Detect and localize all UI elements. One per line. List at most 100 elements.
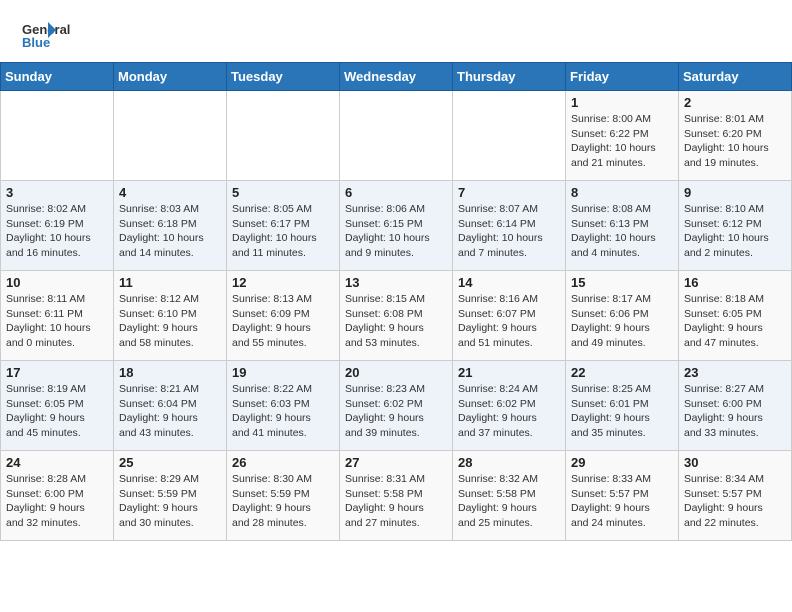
logo-icon: General Blue <box>20 18 90 54</box>
day-info: Sunrise: 8:12 AMSunset: 6:10 PMDaylight:… <box>119 292 221 351</box>
calendar-cell: 10 Sunrise: 8:11 AMSunset: 6:11 PMDayligh… <box>1 271 114 361</box>
day-number: 28 <box>458 455 560 470</box>
day-number: 22 <box>571 365 673 380</box>
calendar-cell: 2Sunrise: 8:01 AMSunset: 6:20 PMDaylight… <box>679 91 792 181</box>
day-info: Sunrise: 8:02 AMSunset: 6:19 PMDaylight:… <box>6 202 108 261</box>
weekday-header-saturday: Saturday <box>679 63 792 91</box>
day-number: 21 <box>458 365 560 380</box>
day-number: 16 <box>684 275 786 290</box>
day-info: Sunrise: 8:34 AMSunset: 5:57 PMDaylight:… <box>684 472 786 531</box>
calendar-cell: 25 Sunrise: 8:29 AMSunset: 5:59 PMDayligh… <box>114 451 227 541</box>
day-number: 20 <box>345 365 447 380</box>
day-number: 8 <box>571 185 673 200</box>
day-number: 13 <box>345 275 447 290</box>
calendar-cell: 6 Sunrise: 8:06 AMSunset: 6:15 PMDaylight… <box>340 181 453 271</box>
day-info: Sunrise: 8:31 AMSunset: 5:58 PMDaylight:… <box>345 472 447 531</box>
calendar-cell: 5 Sunrise: 8:05 AMSunset: 6:17 PMDaylight… <box>227 181 340 271</box>
day-number: 23 <box>684 365 786 380</box>
day-number: 18 <box>119 365 221 380</box>
weekday-header-wednesday: Wednesday <box>340 63 453 91</box>
calendar-cell: 23 Sunrise: 8:27 AMSunset: 6:00 PMDayligh… <box>679 361 792 451</box>
calendar-cell: 22 Sunrise: 8:25 AMSunset: 6:01 PMDayligh… <box>566 361 679 451</box>
day-number: 30 <box>684 455 786 470</box>
calendar-cell: 18 Sunrise: 8:21 AMSunset: 6:04 PMDayligh… <box>114 361 227 451</box>
day-info: Sunrise: 8:16 AMSunset: 6:07 PMDaylight:… <box>458 292 560 351</box>
day-number: 14 <box>458 275 560 290</box>
calendar-cell: 15Sunrise: 8:17 AMSunset: 6:06 PMDayligh… <box>566 271 679 361</box>
weekday-header-monday: Monday <box>114 63 227 91</box>
day-number: 26 <box>232 455 334 470</box>
svg-text:Blue: Blue <box>22 35 50 50</box>
day-number: 11 <box>119 275 221 290</box>
day-info: Sunrise: 8:08 AMSunset: 6:13 PMDaylight:… <box>571 202 673 261</box>
calendar-cell: 24 Sunrise: 8:28 AMSunset: 6:00 PMDayligh… <box>1 451 114 541</box>
day-info: Sunrise: 8:05 AMSunset: 6:17 PMDaylight:… <box>232 202 334 261</box>
day-info: Sunrise: 8:32 AMSunset: 5:58 PMDaylight:… <box>458 472 560 531</box>
calendar-cell: 9Sunrise: 8:10 AMSunset: 6:12 PMDaylight… <box>679 181 792 271</box>
day-info: Sunrise: 8:22 AMSunset: 6:03 PMDaylight:… <box>232 382 334 441</box>
page-header: General Blue <box>0 0 792 62</box>
day-info: Sunrise: 8:06 AMSunset: 6:15 PMDaylight:… <box>345 202 447 261</box>
calendar-cell: 1 Sunrise: 8:00 AMSunset: 6:22 PMDaylight… <box>566 91 679 181</box>
day-info: Sunrise: 8:24 AMSunset: 6:02 PMDaylight:… <box>458 382 560 441</box>
calendar-cell: 4 Sunrise: 8:03 AMSunset: 6:18 PMDaylight… <box>114 181 227 271</box>
weekday-header-thursday: Thursday <box>453 63 566 91</box>
day-info: Sunrise: 8:15 AMSunset: 6:08 PMDaylight:… <box>345 292 447 351</box>
day-info: Sunrise: 8:33 AMSunset: 5:57 PMDaylight:… <box>571 472 673 531</box>
calendar-cell: 30 Sunrise: 8:34 AMSunset: 5:57 PMDayligh… <box>679 451 792 541</box>
weekday-header-row: SundayMondayTuesdayWednesdayThursdayFrid… <box>1 63 792 91</box>
calendar-cell <box>340 91 453 181</box>
calendar-cell: 14 Sunrise: 8:16 AMSunset: 6:07 PMDayligh… <box>453 271 566 361</box>
weekday-header-sunday: Sunday <box>1 63 114 91</box>
calendar-cell <box>1 91 114 181</box>
day-number: 2 <box>684 95 786 110</box>
day-info: Sunrise: 8:19 AMSunset: 6:05 PMDaylight:… <box>6 382 108 441</box>
calendar-cell <box>453 91 566 181</box>
calendar-cell: 20Sunrise: 8:23 AMSunset: 6:02 PMDayligh… <box>340 361 453 451</box>
day-number: 5 <box>232 185 334 200</box>
day-info: Sunrise: 8:00 AMSunset: 6:22 PMDaylight:… <box>571 112 673 171</box>
calendar-cell: 16 Sunrise: 8:18 AMSunset: 6:05 PMDayligh… <box>679 271 792 361</box>
calendar-cell: 13 Sunrise: 8:15 AMSunset: 6:08 PMDayligh… <box>340 271 453 361</box>
calendar-cell: 12 Sunrise: 8:13 AMSunset: 6:09 PMDayligh… <box>227 271 340 361</box>
calendar-week-row: 3 Sunrise: 8:02 AMSunset: 6:19 PMDaylight… <box>1 181 792 271</box>
calendar-cell: 27 Sunrise: 8:31 AMSunset: 5:58 PMDayligh… <box>340 451 453 541</box>
calendar-cell: 17 Sunrise: 8:19 AMSunset: 6:05 PMDayligh… <box>1 361 114 451</box>
calendar-week-row: 1 Sunrise: 8:00 AMSunset: 6:22 PMDaylight… <box>1 91 792 181</box>
day-info: Sunrise: 8:28 AMSunset: 6:00 PMDaylight:… <box>6 472 108 531</box>
day-info: Sunrise: 8:27 AMSunset: 6:00 PMDaylight:… <box>684 382 786 441</box>
day-number: 10 <box>6 275 108 290</box>
day-number: 17 <box>6 365 108 380</box>
day-info: Sunrise: 8:13 AMSunset: 6:09 PMDaylight:… <box>232 292 334 351</box>
day-info: Sunrise: 8:25 AMSunset: 6:01 PMDaylight:… <box>571 382 673 441</box>
calendar-cell: 3 Sunrise: 8:02 AMSunset: 6:19 PMDaylight… <box>1 181 114 271</box>
day-info: Sunrise: 8:29 AMSunset: 5:59 PMDaylight:… <box>119 472 221 531</box>
day-info: Sunrise: 8:18 AMSunset: 6:05 PMDaylight:… <box>684 292 786 351</box>
day-number: 6 <box>345 185 447 200</box>
calendar-cell: 28 Sunrise: 8:32 AMSunset: 5:58 PMDayligh… <box>453 451 566 541</box>
day-number: 24 <box>6 455 108 470</box>
day-number: 1 <box>571 95 673 110</box>
day-number: 12 <box>232 275 334 290</box>
calendar-cell: 8 Sunrise: 8:08 AMSunset: 6:13 PMDaylight… <box>566 181 679 271</box>
day-number: 15 <box>571 275 673 290</box>
calendar-week-row: 24 Sunrise: 8:28 AMSunset: 6:00 PMDayligh… <box>1 451 792 541</box>
calendar-week-row: 10 Sunrise: 8:11 AMSunset: 6:11 PMDayligh… <box>1 271 792 361</box>
day-number: 19 <box>232 365 334 380</box>
logo: General Blue <box>20 18 90 54</box>
calendar-cell: 19 Sunrise: 8:22 AMSunset: 6:03 PMDayligh… <box>227 361 340 451</box>
calendar-cell: 29 Sunrise: 8:33 AMSunset: 5:57 PMDayligh… <box>566 451 679 541</box>
calendar-week-row: 17 Sunrise: 8:19 AMSunset: 6:05 PMDayligh… <box>1 361 792 451</box>
calendar-table: SundayMondayTuesdayWednesdayThursdayFrid… <box>0 62 792 541</box>
day-info: Sunrise: 8:03 AMSunset: 6:18 PMDaylight:… <box>119 202 221 261</box>
day-number: 3 <box>6 185 108 200</box>
calendar-cell <box>227 91 340 181</box>
day-number: 29 <box>571 455 673 470</box>
day-number: 7 <box>458 185 560 200</box>
day-number: 4 <box>119 185 221 200</box>
day-info: Sunrise: 8:11 AMSunset: 6:11 PMDaylight:… <box>6 292 108 351</box>
day-info: Sunrise: 8:21 AMSunset: 6:04 PMDaylight:… <box>119 382 221 441</box>
day-number: 25 <box>119 455 221 470</box>
calendar-cell: 26Sunrise: 8:30 AMSunset: 5:59 PMDayligh… <box>227 451 340 541</box>
day-number: 27 <box>345 455 447 470</box>
